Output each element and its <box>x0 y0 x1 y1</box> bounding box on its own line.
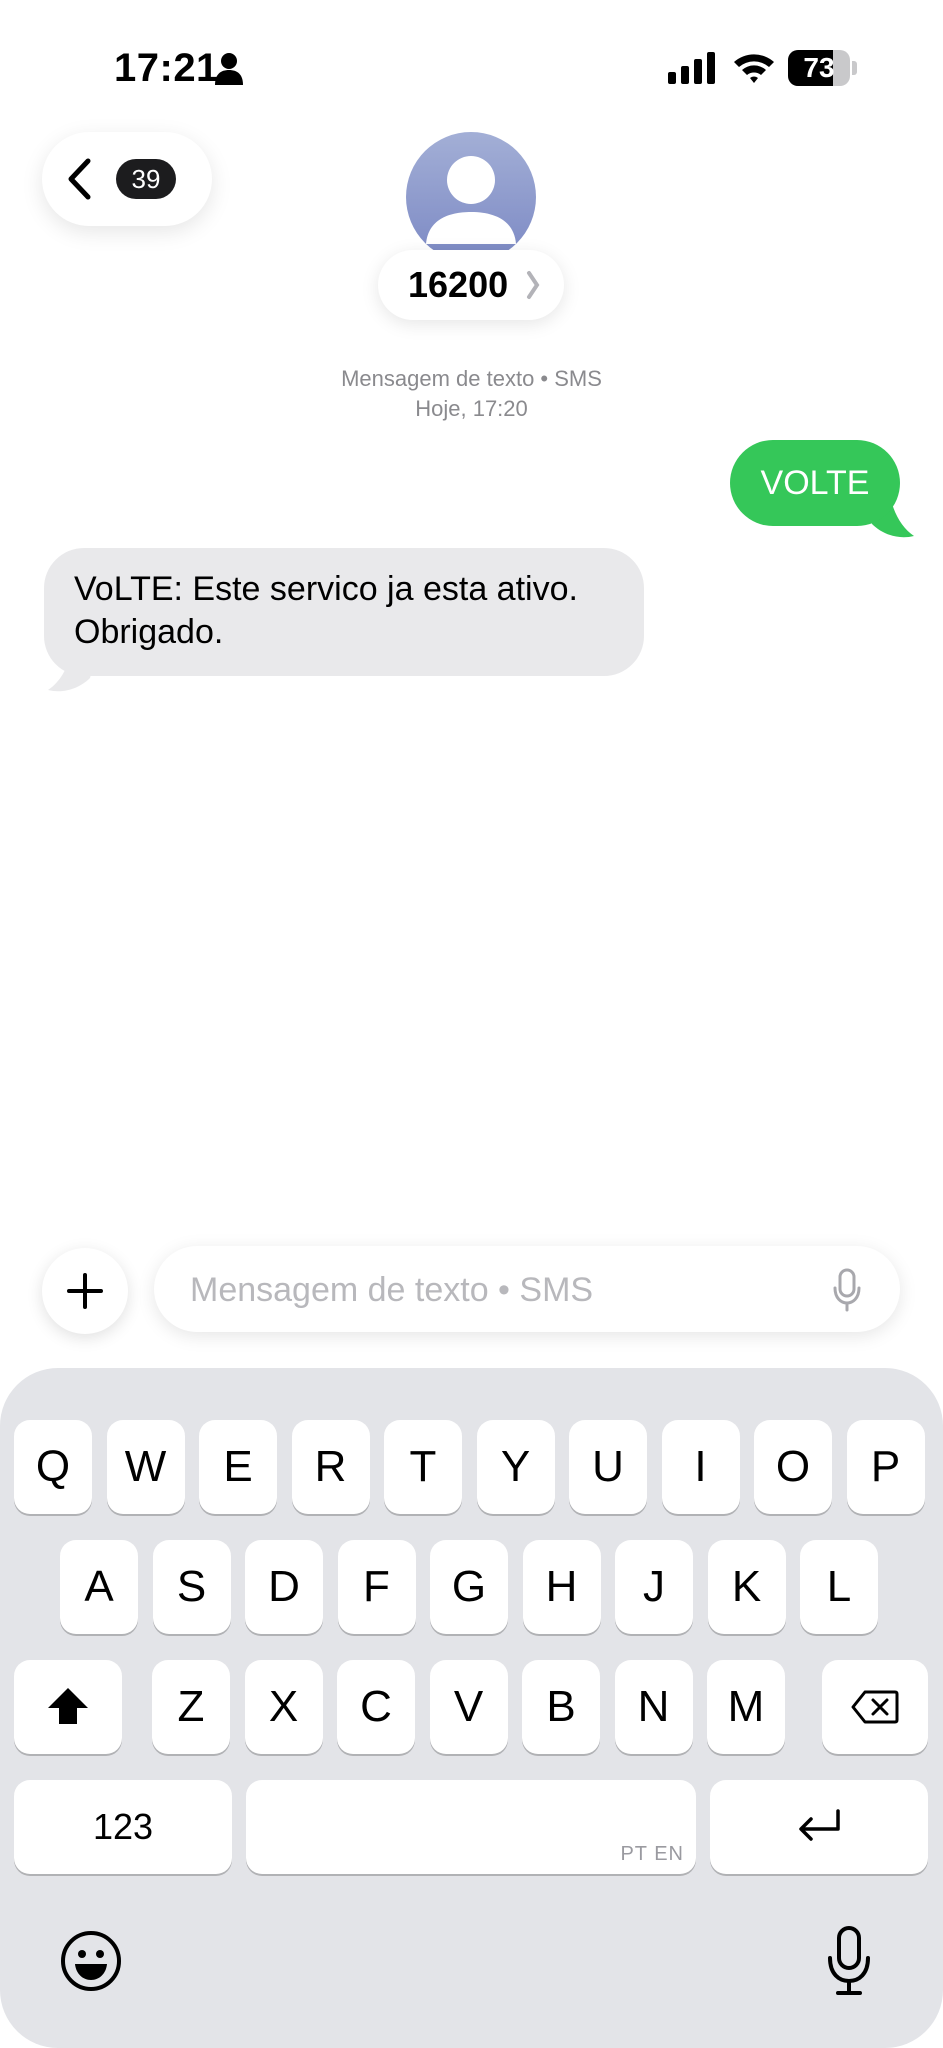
key-label: P <box>870 1442 901 1491</box>
dictation-microphone-icon[interactable] <box>826 1926 872 1996</box>
delete-key[interactable] <box>822 1660 928 1754</box>
plus-icon <box>67 1273 103 1309</box>
key-f[interactable]: F <box>337 1540 416 1634</box>
key-label: C <box>360 1682 392 1731</box>
microphone-icon[interactable] <box>832 1268 862 1312</box>
key-e[interactable]: E <box>199 1420 277 1514</box>
contact-name: 16200 <box>408 264 509 305</box>
conversation-type: Mensagem de texto • SMS <box>341 366 602 391</box>
key-label: I <box>694 1442 707 1491</box>
status-time: 17:21 <box>114 46 219 90</box>
unread-badge: 39 <box>116 159 176 199</box>
back-button[interactable]: 39 <box>42 132 212 226</box>
language-hint: PT EN <box>620 1843 684 1865</box>
key-label: H <box>545 1562 578 1611</box>
wifi-icon <box>734 54 774 83</box>
key-label: S <box>176 1562 207 1611</box>
key-m[interactable]: M <box>707 1660 785 1754</box>
key-label: V <box>453 1682 484 1731</box>
battery-percent: 73 <box>803 52 835 83</box>
key-label: T <box>409 1442 437 1491</box>
key-label: K <box>731 1562 762 1611</box>
key-o[interactable]: O <box>754 1420 832 1514</box>
add-attachment-button[interactable] <box>42 1248 128 1334</box>
key-r[interactable]: R <box>291 1420 370 1514</box>
key-label: R <box>314 1442 347 1491</box>
key-label: U <box>592 1442 624 1491</box>
key-label: E <box>223 1442 253 1491</box>
space-key[interactable]: PT EN <box>246 1780 696 1874</box>
key-w[interactable]: W <box>106 1420 185 1514</box>
key-label: B <box>546 1682 576 1731</box>
key-x[interactable]: X <box>244 1660 323 1754</box>
message-bubble-outgoing[interactable]: VOLTE <box>730 440 900 526</box>
key-v[interactable]: V <box>429 1660 508 1754</box>
key-c[interactable]: C <box>337 1660 415 1754</box>
shift-key[interactable] <box>14 1660 122 1754</box>
key-label: Z <box>177 1682 205 1731</box>
key-q[interactable]: Q <box>14 1420 92 1514</box>
key-label: O <box>775 1442 811 1491</box>
key-z[interactable]: Z <box>152 1660 230 1754</box>
message-bubble-incoming[interactable]: VoLTE: Este servico ja esta ativo. Obrig… <box>44 548 644 676</box>
key-h[interactable]: H <box>522 1540 601 1634</box>
key-d[interactable]: D <box>245 1540 323 1634</box>
message-line: VoLTE: Este servico ja esta ativo. <box>74 570 578 608</box>
conversation-timestamp: Hoje, 17:20 <box>415 396 528 421</box>
chevron-right-icon <box>527 271 540 299</box>
key-label: A <box>84 1562 114 1611</box>
key-label: M <box>727 1682 765 1731</box>
key-label: W <box>124 1442 167 1491</box>
key-label: J <box>643 1562 665 1611</box>
key-label: D <box>268 1562 300 1611</box>
key-label: X <box>268 1682 299 1731</box>
key-b[interactable]: B <box>522 1660 600 1754</box>
key-n[interactable]: N <box>614 1660 693 1754</box>
key-l[interactable]: L <box>800 1540 878 1634</box>
chevron-left-icon <box>68 158 91 200</box>
key-a[interactable]: A <box>60 1540 138 1634</box>
message-field[interactable] <box>154 1246 900 1334</box>
key-g[interactable]: G <box>430 1540 508 1634</box>
person-silhouette-icon <box>426 156 516 244</box>
contact-avatar[interactable] <box>406 132 536 262</box>
key-k[interactable]: K <box>707 1540 786 1634</box>
signal-icon <box>668 52 715 84</box>
key-i[interactable]: I <box>661 1420 740 1514</box>
key-p[interactable]: P <box>846 1420 925 1514</box>
key-label: Q <box>35 1442 71 1491</box>
return-key[interactable] <box>710 1780 928 1874</box>
key-y[interactable]: Y <box>476 1420 555 1514</box>
battery-icon: 73 <box>788 50 858 86</box>
emoji-icon[interactable] <box>60 1930 122 1992</box>
key-label: L <box>826 1562 852 1611</box>
key-j[interactable]: J <box>615 1540 693 1634</box>
shift-icon <box>48 1688 88 1724</box>
key-t[interactable]: T <box>384 1420 462 1514</box>
backspace-icon <box>851 1690 899 1724</box>
numbers-key[interactable]: 123 <box>14 1780 232 1874</box>
message-input[interactable] <box>188 1246 812 1334</box>
key-label: F <box>363 1562 390 1611</box>
contact-name-button[interactable]: 16200 <box>378 250 564 320</box>
key-s[interactable]: S <box>152 1540 231 1634</box>
numbers-key-label: 123 <box>92 1806 154 1847</box>
person-icon <box>215 53 243 85</box>
key-label: N <box>637 1682 670 1731</box>
message-line: Obrigado. <box>74 613 224 651</box>
key-label: G <box>451 1562 487 1611</box>
key-u[interactable]: U <box>569 1420 647 1514</box>
key-label: Y <box>500 1442 531 1491</box>
return-icon <box>799 1809 840 1841</box>
